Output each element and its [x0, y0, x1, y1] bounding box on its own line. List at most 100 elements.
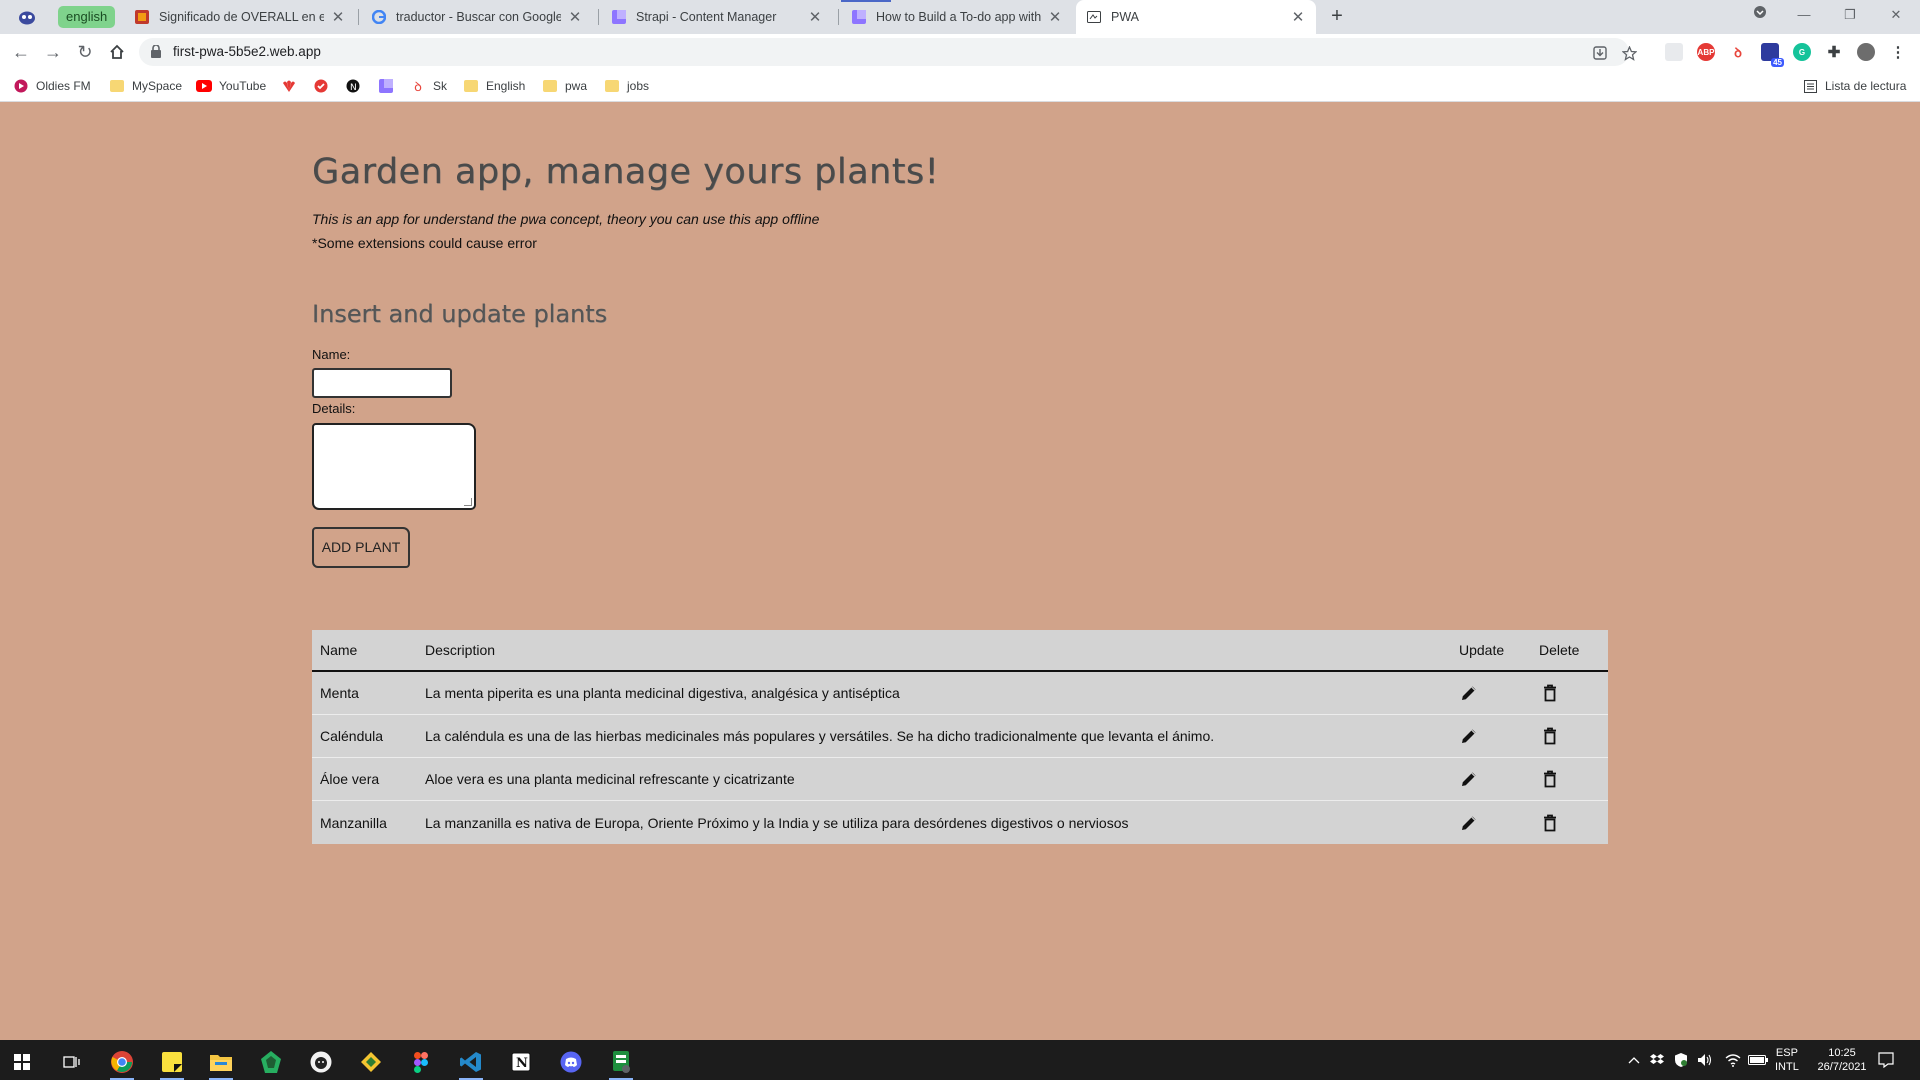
extensions-puzzle-icon[interactable]: ✚ — [1825, 43, 1843, 61]
extension-blank-icon[interactable] — [1665, 43, 1683, 61]
green-sheet-icon[interactable] — [601, 1044, 641, 1080]
clock[interactable]: 10:25 26/7/2021 — [1808, 1040, 1876, 1080]
pencil-icon[interactable] — [1458, 758, 1480, 800]
close-icon[interactable]: ✕ — [1290, 8, 1306, 26]
close-icon[interactable]: ✕ — [567, 8, 583, 26]
tab-separator — [838, 9, 839, 25]
notion-icon[interactable]: N — [501, 1044, 541, 1080]
dropbox-tray-icon[interactable] — [1650, 1040, 1664, 1080]
grammarly-icon[interactable]: G — [1793, 43, 1811, 61]
tab-overall[interactable]: Significado de OVERALL en el Diccionario… — [124, 0, 356, 34]
warning-note: *Some extensions could cause error — [312, 235, 537, 251]
swirl-icon: ꝺ — [414, 79, 422, 94]
battery-icon[interactable] — [1748, 1040, 1768, 1080]
svg-text:N: N — [350, 83, 357, 93]
forward-arrow-icon[interactable]: → — [41, 40, 65, 64]
task-view-icon[interactable] — [52, 1044, 92, 1080]
vscode-icon[interactable] — [451, 1044, 491, 1080]
bookmark-sk[interactable]: ꝺ Sk — [410, 77, 447, 95]
bookmark-pwa[interactable]: pwa — [542, 77, 587, 95]
bookmark-n[interactable]: N — [345, 77, 368, 95]
trash-icon[interactable] — [1539, 715, 1561, 757]
bookmark-oldies-fm[interactable]: Oldies FM — [13, 77, 91, 95]
tab-search-button[interactable] — [1740, 0, 1780, 30]
bookmark-todoist[interactable] — [313, 77, 336, 95]
form-title: Insert and update plants — [312, 300, 608, 328]
github-desktop-icon[interactable] — [301, 1044, 341, 1080]
bookmark-youtube[interactable]: YouTube — [196, 77, 266, 95]
new-tab-button[interactable]: + — [1326, 6, 1348, 28]
close-icon[interactable]: ✕ — [807, 8, 823, 26]
discord-icon[interactable] — [551, 1044, 591, 1080]
green-app-icon[interactable] — [251, 1044, 291, 1080]
browser-menu-icon[interactable]: ⋮ — [1889, 43, 1907, 61]
resize-handle[interactable] — [464, 498, 472, 506]
table-row: Manzanilla La manzanilla es nativa de Eu… — [312, 801, 1608, 844]
input-language-indicator[interactable]: ESP INTL — [1775, 1040, 1799, 1080]
trash-icon[interactable] — [1539, 672, 1561, 714]
bookmarks-bar: Oldies FM MySpace YouTube N ꝺ Sk English… — [0, 70, 1920, 102]
bookmark-english[interactable]: English — [463, 77, 525, 95]
close-window-button[interactable]: ✕ — [1876, 0, 1916, 30]
file-explorer-icon[interactable] — [201, 1044, 241, 1080]
header-name: Name — [320, 642, 358, 658]
trash-icon[interactable] — [1539, 758, 1561, 800]
bookmark-star-icon[interactable] — [1621, 45, 1637, 61]
tab-pwa[interactable]: PWA ✕ — [1076, 0, 1316, 34]
home-icon[interactable] — [105, 40, 129, 64]
show-hidden-icons[interactable] — [1628, 1040, 1640, 1080]
details-textarea[interactable] — [312, 423, 476, 510]
lock-icon[interactable] — [151, 44, 161, 61]
bookmark-label: MySpace — [132, 79, 183, 93]
add-plant-button[interactable]: ADD PLANT — [312, 527, 410, 568]
sticky-notes-icon[interactable] — [152, 1044, 192, 1080]
bookmark-strapi[interactable] — [378, 77, 401, 95]
close-icon[interactable]: ✕ — [1047, 8, 1063, 26]
plant-description: La menta piperita es una planta medicina… — [425, 685, 900, 701]
clock-time: 10:25 — [1828, 1047, 1856, 1059]
bookmark-jobs[interactable]: jobs — [604, 77, 649, 95]
reading-list-button[interactable]: Lista de lectura — [1802, 77, 1906, 95]
tab-traductor[interactable]: traductor - Buscar con Google ✕ — [361, 0, 593, 34]
folder-icon — [542, 78, 558, 94]
close-icon[interactable]: ✕ — [330, 8, 346, 26]
bookmark-myspace[interactable]: MySpace — [109, 77, 182, 95]
reload-icon[interactable]: ↻ — [73, 40, 97, 64]
pencil-icon[interactable] — [1458, 801, 1480, 844]
notifications-icon[interactable] — [1878, 1040, 1894, 1080]
volume-icon[interactable] — [1697, 1040, 1713, 1080]
chrome-taskbar-icon[interactable] — [102, 1044, 142, 1080]
tab-group-english[interactable]: english — [58, 6, 116, 28]
address-bar[interactable]: first-pwa-5b5e2.web.app — [139, 38, 1637, 66]
minimize-button[interactable]: — — [1784, 0, 1824, 30]
pencil-icon[interactable] — [1458, 672, 1480, 714]
tab-strapi[interactable]: Strapi - Content Manager ✕ — [601, 0, 833, 34]
tab-todo-strapi[interactable]: How to Build a To-do app with Strapi ✕ — [841, 0, 1073, 34]
page-content: Garden app, manage yours plants! This is… — [0, 102, 1920, 1040]
extension-swirl-icon[interactable]: ꝺ — [1729, 43, 1747, 61]
tab-search-icon[interactable] — [17, 7, 37, 27]
security-tray-icon[interactable] — [1674, 1040, 1688, 1080]
install-app-icon[interactable] — [1592, 45, 1608, 61]
url-text[interactable]: first-pwa-5b5e2.web.app — [173, 38, 321, 66]
extension-badge-icon[interactable]: 45 — [1761, 43, 1784, 67]
table-row: Menta La menta piperita es una planta me… — [312, 672, 1608, 715]
name-input[interactable] — [312, 368, 452, 398]
keyboard-layout: INTL — [1775, 1061, 1799, 1073]
plant-name: Caléndula — [320, 728, 384, 744]
back-arrow-icon[interactable]: ← — [9, 40, 33, 64]
figma-icon[interactable] — [401, 1044, 441, 1080]
bookmark-label: English — [486, 79, 526, 93]
pencil-icon[interactable] — [1458, 715, 1480, 757]
header-delete: Delete — [1539, 642, 1580, 658]
trash-icon[interactable] — [1539, 801, 1561, 844]
windows-start-icon[interactable] — [2, 1044, 42, 1080]
bookmark-huawei[interactable] — [281, 77, 304, 95]
adblock-icon[interactable]: ABP — [1697, 43, 1715, 61]
profile-avatar[interactable] — [1857, 43, 1875, 61]
gitkraken-icon[interactable] — [351, 1044, 391, 1080]
restore-button[interactable]: ❐ — [1830, 0, 1870, 30]
wifi-icon[interactable] — [1725, 1040, 1741, 1080]
table-row: Caléndula La caléndula es una de las hie… — [312, 715, 1608, 758]
plant-name: Áloe vera — [320, 771, 380, 787]
